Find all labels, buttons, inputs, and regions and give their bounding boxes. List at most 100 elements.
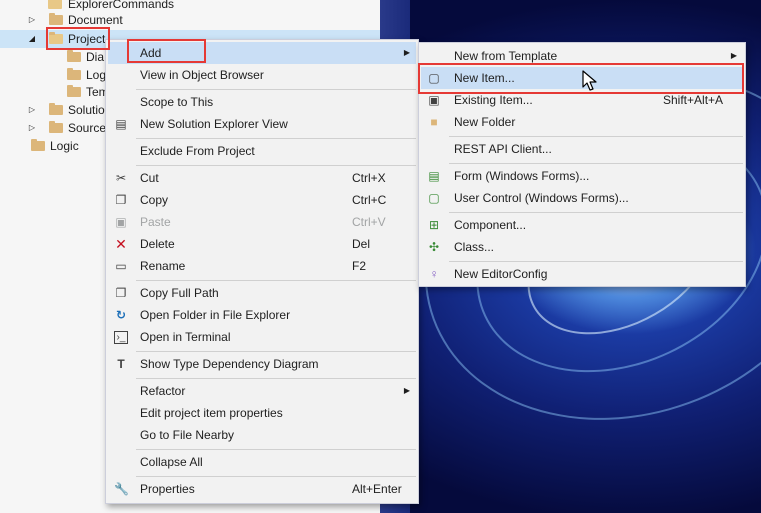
menu-item-delete[interactable]: ✕ Delete Del	[108, 233, 416, 255]
tree-item-label: Logic	[50, 139, 79, 153]
menu-item-new-editorconfig[interactable]: ♀ New EditorConfig	[421, 263, 743, 285]
menu-item-label: View in Object Browser	[140, 68, 264, 82]
menu-item-form-windows-forms[interactable]: ▤ Form (Windows Forms)...	[421, 165, 743, 187]
folder-icon	[49, 103, 63, 115]
expand-arrow-icon[interactable]: ▷	[27, 11, 37, 29]
menu-item-rest-api-client[interactable]: REST API Client...	[421, 138, 743, 160]
menu-item-shortcut: Ctrl+V	[352, 215, 386, 229]
menu-item-label: Show Type Dependency Diagram	[140, 357, 319, 371]
folder-icon	[49, 13, 63, 25]
menu-item-label: Delete	[140, 237, 175, 251]
menu-item-go-to-file-nearby[interactable]: Go to File Nearby	[108, 424, 416, 446]
menu-item-label: New Folder	[454, 115, 516, 129]
folder-icon	[67, 50, 81, 62]
tree-item-label: Log	[86, 68, 107, 82]
new-item-icon: ▢	[428, 71, 440, 85]
menu-separator	[449, 136, 743, 137]
menu-item-existing-item[interactable]: ▣ Existing Item... Shift+Alt+A	[421, 89, 743, 111]
menu-separator	[449, 163, 743, 164]
menu-item-add[interactable]: Add ▶	[108, 42, 416, 64]
menu-item-new-solution-explorer-view[interactable]: ▤ New Solution Explorer View	[108, 113, 416, 135]
menu-separator	[136, 138, 416, 139]
collapse-arrow-icon[interactable]: ◢	[27, 30, 37, 48]
menu-item-cut[interactable]: ✂ Cut Ctrl+X	[108, 167, 416, 189]
folder-icon	[31, 139, 45, 151]
menu-item-shortcut: Del	[352, 237, 371, 251]
menu-item-label: Cut	[140, 171, 159, 185]
menu-item-shortcut: Ctrl+C	[352, 193, 387, 207]
menu-separator	[136, 476, 416, 477]
menu-item-show-type-dependency-diagram[interactable]: T Show Type Dependency Diagram	[108, 353, 416, 375]
menu-item-shortcut: Shift+Alt+A	[663, 93, 724, 107]
folder-icon	[48, 0, 62, 9]
menu-item-label: Open Folder in File Explorer	[140, 308, 291, 322]
menu-item-collapse-all[interactable]: Collapse All	[108, 451, 416, 473]
menu-item-label: New EditorConfig	[454, 267, 548, 281]
menu-item-label: REST API Client...	[454, 142, 552, 156]
menu-item-view-in-object-browser[interactable]: View in Object Browser	[108, 64, 416, 86]
menu-item-shortcut: Alt+Enter	[352, 482, 402, 496]
existing-item-icon: ▣	[428, 93, 440, 107]
menu-separator	[449, 212, 743, 213]
menu-item-paste[interactable]: ▣ Paste Ctrl+V	[108, 211, 416, 233]
menu-item-label: Scope to This	[140, 95, 214, 109]
class-icon: ✣	[428, 240, 440, 254]
menu-item-label: User Control (Windows Forms)...	[454, 191, 629, 205]
cut-icon: ✂	[115, 171, 127, 185]
menu-separator	[136, 89, 416, 90]
menu-item-refactor[interactable]: Refactor ▶	[108, 380, 416, 402]
editorconfig-icon: ♀	[429, 267, 439, 281]
submenu-arrow-icon: ▶	[403, 386, 410, 395]
menu-item-label: Class...	[454, 240, 495, 254]
expand-arrow-icon[interactable]: ▷	[27, 119, 37, 137]
new-folder-icon: ■	[430, 115, 438, 129]
menu-item-open-in-terminal[interactable]: ›_ Open in Terminal	[108, 326, 416, 348]
paste-icon: ▣	[115, 215, 127, 229]
tree-item-label: Source	[68, 121, 107, 135]
submenu-arrow-icon: ▶	[730, 51, 737, 60]
terminal-icon: ›_	[114, 331, 128, 344]
menu-item-shortcut: F2	[352, 259, 367, 273]
menu-item-label: Add	[140, 46, 162, 60]
menu-item-label: Component...	[454, 218, 527, 232]
menu-item-label: New Solution Explorer View	[140, 117, 288, 131]
delete-icon: ✕	[115, 236, 127, 252]
menu-separator	[136, 351, 416, 352]
tree-item-label: Dia	[86, 50, 105, 64]
wrench-icon: 🔧	[114, 482, 129, 496]
context-menu: Add ▶ View in Object Browser Scope to Th…	[105, 39, 419, 504]
copy-icon: ❐	[115, 193, 127, 207]
menu-item-label: Go to File Nearby	[140, 428, 235, 442]
menu-item-new-folder[interactable]: ■ New Folder	[421, 111, 743, 133]
menu-item-copy-full-path[interactable]: ❐ Copy Full Path	[108, 282, 416, 304]
open-folder-icon: ↻	[115, 308, 127, 322]
tree-item-document[interactable]: ▷ Document	[0, 11, 380, 29]
menu-item-scope-to-this[interactable]: Scope to This	[108, 91, 416, 113]
expand-arrow-icon[interactable]: ▷	[27, 101, 37, 119]
menu-item-new-from-template[interactable]: New from Template ▶	[421, 45, 743, 67]
menu-item-edit-project-item-properties[interactable]: Edit project item properties	[108, 402, 416, 424]
menu-item-class[interactable]: ✣ Class...	[421, 236, 743, 258]
menu-item-label: New Item...	[454, 71, 515, 85]
menu-item-label: Properties	[140, 482, 195, 496]
menu-item-user-control-windows-forms[interactable]: ▢ User Control (Windows Forms)...	[421, 187, 743, 209]
tree-item-label: Document	[68, 13, 123, 27]
menu-item-label: Copy	[140, 193, 169, 207]
menu-item-rename[interactable]: ▭ Rename F2	[108, 255, 416, 277]
folder-icon	[67, 68, 81, 80]
menu-item-label: Edit project item properties	[140, 406, 283, 420]
component-icon: ⊞	[428, 218, 440, 232]
user-control-icon: ▢	[428, 191, 440, 205]
menu-item-label: Copy Full Path	[140, 286, 219, 300]
menu-item-properties[interactable]: 🔧 Properties Alt+Enter	[108, 478, 416, 500]
menu-item-label: Exclude From Project	[140, 144, 255, 158]
menu-item-component[interactable]: ⊞ Component...	[421, 214, 743, 236]
menu-item-copy[interactable]: ❐ Copy Ctrl+C	[108, 189, 416, 211]
menu-item-exclude-from-project[interactable]: Exclude From Project	[108, 140, 416, 162]
tree-item-label: Project	[68, 32, 106, 46]
menu-item-open-folder-in-file-explorer[interactable]: ↻ Open Folder in File Explorer	[108, 304, 416, 326]
folder-icon	[67, 85, 81, 97]
menu-separator	[136, 280, 416, 281]
menu-item-label: Open in Terminal	[140, 330, 231, 344]
diagram-icon: T	[117, 357, 125, 371]
